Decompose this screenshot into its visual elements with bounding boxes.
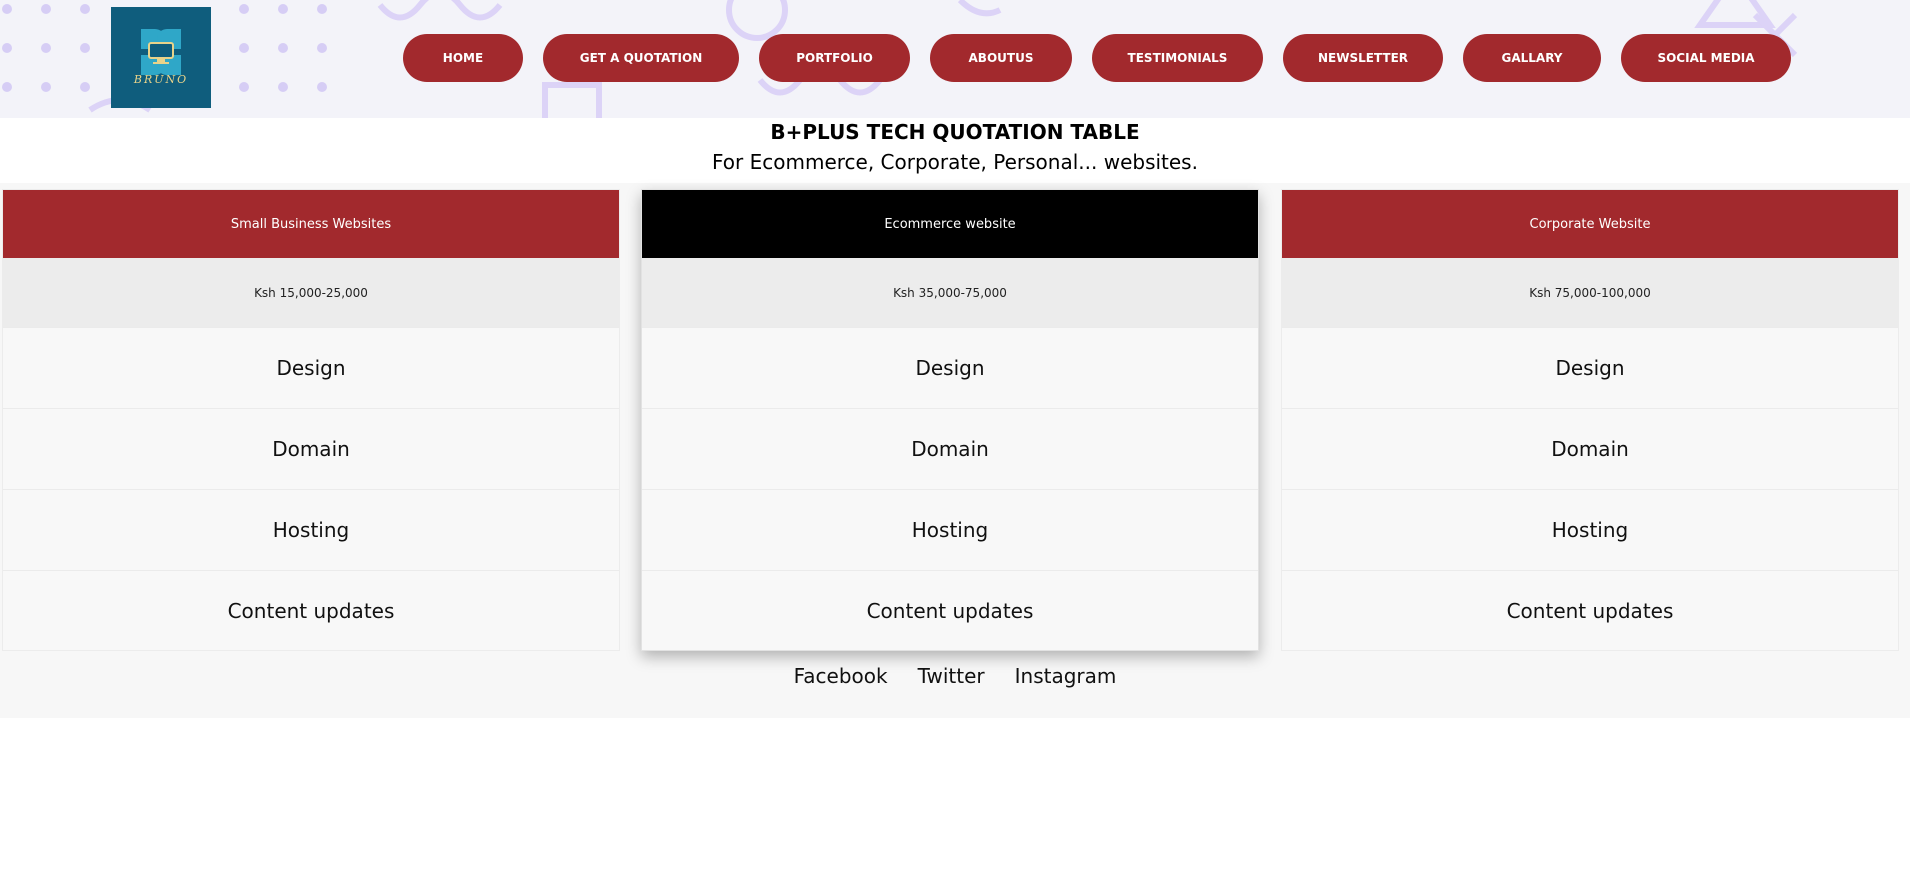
plan-name: Ecommerce website xyxy=(642,190,1258,258)
plan-card-small-business: Small Business Websites Ksh 15,000-25,00… xyxy=(2,189,620,651)
plan-name: Small Business Websites xyxy=(3,190,619,258)
plan-feature: Content updates xyxy=(642,570,1258,651)
logo[interactable]: BRUNO xyxy=(111,7,211,108)
page-title: B+PLUS TECH QUOTATION TABLE xyxy=(770,120,1140,144)
site-header: BRUNO HOME GET A QUOTATION PORTFOLIO ABO… xyxy=(0,0,1910,118)
social-links: Facebook Twitter Instagram xyxy=(0,664,1910,688)
plan-feature: Hosting xyxy=(3,489,619,570)
monitor-icon xyxy=(141,29,181,75)
plan-feature: Content updates xyxy=(3,570,619,651)
twitter-link[interactable]: Twitter xyxy=(918,664,985,688)
plan-feature: Content updates xyxy=(1282,570,1898,651)
nav-social-media-button[interactable]: SOCIAL MEDIA xyxy=(1621,34,1791,82)
page-subtitle: For Ecommerce, Corporate, Personal... we… xyxy=(712,150,1198,174)
plan-feature: Domain xyxy=(1282,408,1898,489)
plan-name: Corporate Website xyxy=(1282,190,1898,258)
nav-home-button[interactable]: HOME xyxy=(403,34,523,82)
plan-price: Ksh 75,000-100,000 xyxy=(1282,258,1898,327)
plan-feature: Hosting xyxy=(1282,489,1898,570)
plan-feature: Domain xyxy=(642,408,1258,489)
plan-price: Ksh 35,000-75,000 xyxy=(642,258,1258,327)
plan-card-corporate: Corporate Website Ksh 75,000-100,000 Des… xyxy=(1281,189,1899,651)
plan-feature: Design xyxy=(642,327,1258,408)
nav-newsletter-button[interactable]: NEWSLETTER xyxy=(1283,34,1443,82)
nav-testimonials-button[interactable]: TESTIMONIALS xyxy=(1092,34,1263,82)
nav-get-quotation-button[interactable]: GET A QUOTATION xyxy=(543,34,739,82)
nav-portfolio-button[interactable]: PORTFOLIO xyxy=(759,34,910,82)
plan-feature: Hosting xyxy=(642,489,1258,570)
plan-feature: Domain xyxy=(3,408,619,489)
nav-gallary-button[interactable]: GALLARY xyxy=(1463,34,1601,82)
plan-price: Ksh 15,000-25,000 xyxy=(3,258,619,327)
plan-feature: Design xyxy=(1282,327,1898,408)
plan-feature: Design xyxy=(3,327,619,408)
logo-text: BRUNO xyxy=(133,73,189,86)
nav-aboutus-button[interactable]: ABOUTUS xyxy=(930,34,1072,82)
facebook-link[interactable]: Facebook xyxy=(794,664,888,688)
plan-card-ecommerce: Ecommerce website Ksh 35,000-75,000 Desi… xyxy=(641,189,1259,651)
instagram-link[interactable]: Instagram xyxy=(1015,664,1117,688)
